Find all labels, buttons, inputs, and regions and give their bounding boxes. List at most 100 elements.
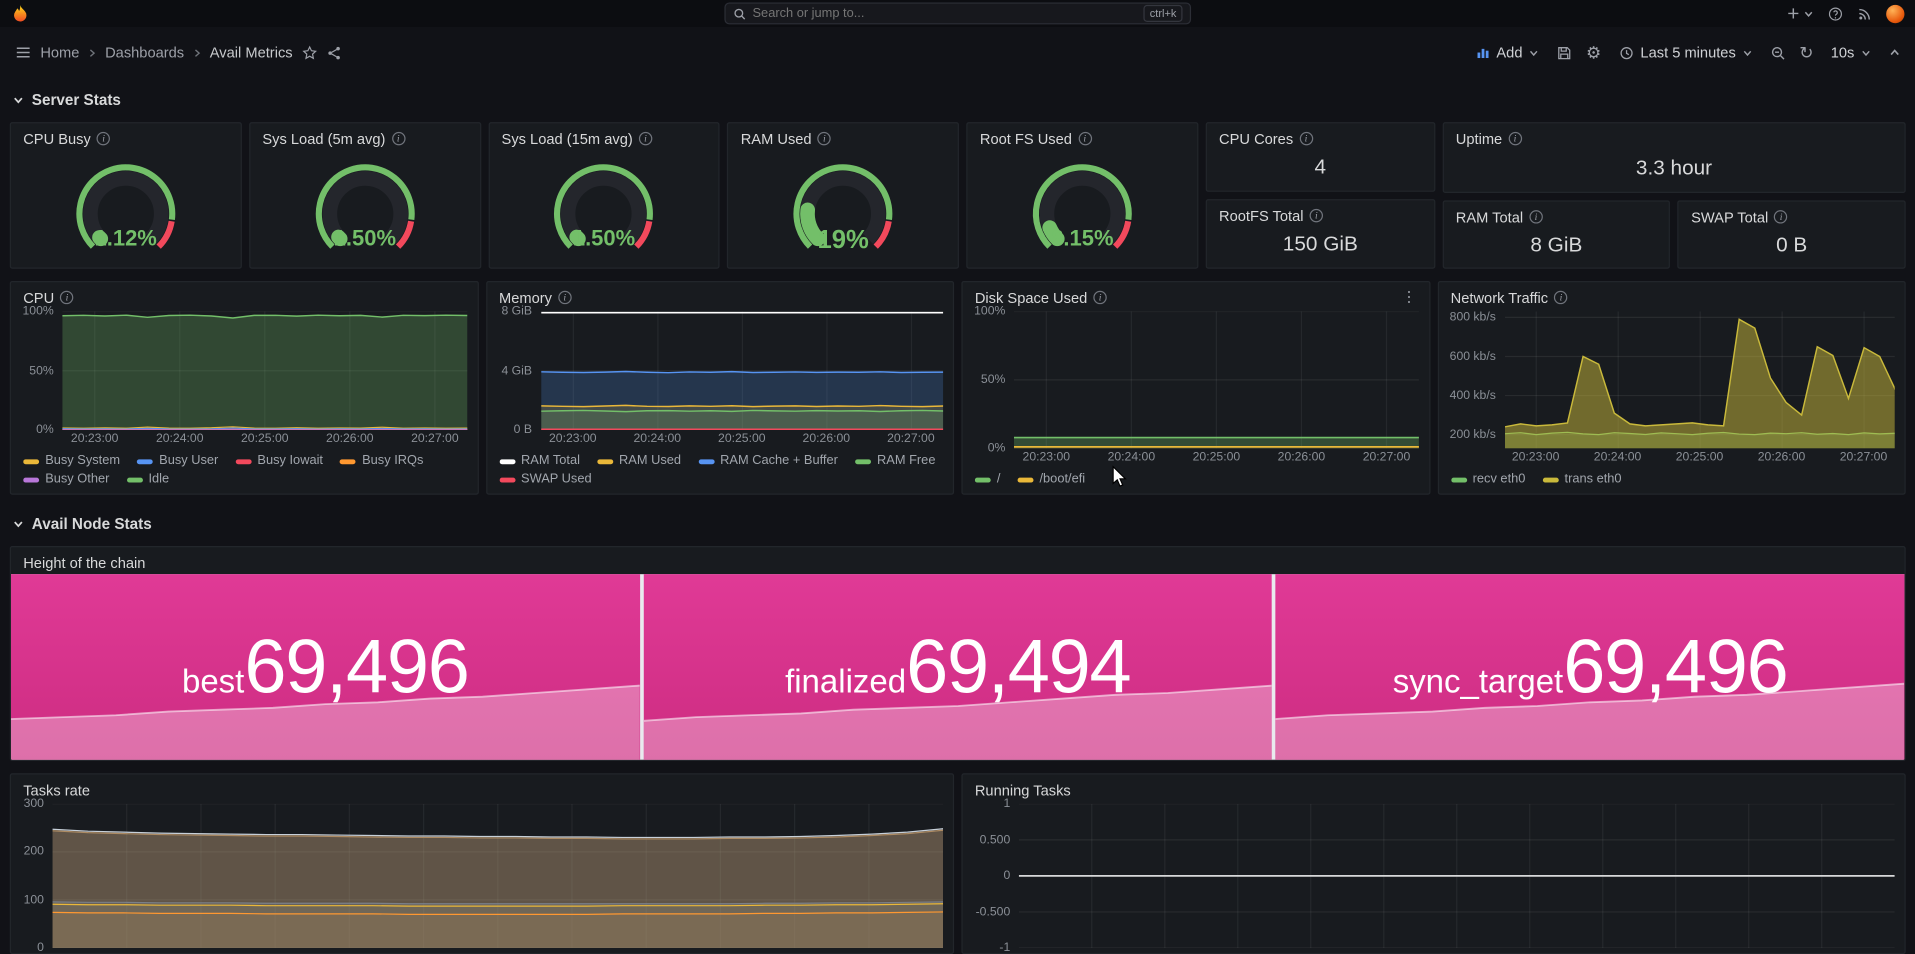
info-icon[interactable]: i	[639, 132, 652, 145]
time-range-picker[interactable]: Last 5 minutes	[1615, 44, 1757, 61]
chart-plot[interactable]	[62, 312, 467, 430]
panel-title[interactable]: RootFS Total	[1219, 207, 1303, 224]
navbar-actions	[1786, 4, 1904, 22]
info-icon[interactable]: i	[1529, 210, 1542, 223]
y-axis-label: 600 kb/s	[1450, 350, 1496, 363]
x-axis-label: 20:24:00	[633, 432, 681, 445]
chart-plot[interactable]	[1504, 312, 1894, 449]
panel-title[interactable]: Tasks rate	[23, 781, 90, 798]
new-menu-button[interactable]	[1786, 6, 1814, 21]
info-icon[interactable]: i	[1774, 210, 1787, 223]
panel-title[interactable]: CPU Cores	[1219, 130, 1293, 147]
panel-title[interactable]: Disk Space Used	[975, 289, 1087, 306]
panel-sys-load-15m: Sys Load (15m avg)i 1.50%	[488, 122, 720, 269]
section-avail-node-stats[interactable]: Avail Node Stats	[12, 507, 1905, 541]
info-icon[interactable]: i	[1310, 209, 1323, 222]
stat-value: 4	[1207, 150, 1434, 190]
legend-item[interactable]: RAM Total	[499, 452, 580, 470]
panel-title[interactable]: Height of the chain	[23, 554, 145, 571]
network-chart: 200 kb/s400 kb/s600 kb/s800 kb/s20:23:00…	[1438, 309, 1904, 493]
info-icon[interactable]: i	[60, 291, 73, 304]
info-icon[interactable]: i	[558, 291, 571, 304]
info-icon[interactable]: i	[1554, 291, 1567, 304]
add-panel-button[interactable]: Add	[1472, 44, 1543, 61]
breadcrumb-home[interactable]: Home	[40, 44, 79, 61]
section-server-stats[interactable]: Server Stats	[12, 83, 1905, 117]
legend-swatch	[340, 459, 356, 464]
info-icon[interactable]: i	[1093, 291, 1106, 304]
panel-title[interactable]: Network Traffic	[1451, 289, 1548, 306]
search-input[interactable]	[753, 6, 1138, 21]
legend-item[interactable]: Busy IRQs	[340, 452, 423, 470]
refresh-icon[interactable]: ↻	[1799, 45, 1813, 61]
info-icon[interactable]: i	[818, 132, 831, 145]
legend-item[interactable]: RAM Used	[597, 452, 681, 470]
info-icon[interactable]: i	[1299, 132, 1312, 145]
info-icon[interactable]: i	[1078, 132, 1091, 145]
news-rss-icon[interactable]	[1857, 5, 1873, 21]
legend-item[interactable]: /	[975, 470, 1001, 488]
panel-ram-used: RAM Usedi 19%	[727, 122, 959, 269]
zoom-out-icon[interactable]	[1770, 45, 1786, 61]
y-axis-label: 0%	[36, 423, 54, 436]
x-axis-label: 20:27:00	[887, 432, 935, 445]
info-icon[interactable]: i	[392, 132, 405, 145]
search-box[interactable]: ctrl+k	[724, 2, 1191, 24]
stat-value: 69,494	[906, 625, 1130, 709]
help-icon[interactable]	[1828, 5, 1844, 21]
panel-title[interactable]: Uptime	[1456, 130, 1502, 147]
breadcrumb-dashboards[interactable]: Dashboards	[105, 44, 184, 61]
panel-title[interactable]: CPU Busy	[23, 130, 91, 147]
chart-plot[interactable]	[541, 312, 944, 430]
info-icon[interactable]: i	[1508, 132, 1521, 145]
x-axis-label: 20:26:00	[1758, 451, 1806, 464]
x-axis-label: 20:26:00	[326, 432, 374, 445]
y-axis-label: 100%	[974, 305, 1005, 318]
chart-plot[interactable]	[1014, 312, 1419, 449]
y-axis-label: 50%	[981, 373, 1005, 386]
panel-title[interactable]: Sys Load (5m avg)	[262, 130, 385, 147]
panel-network-traffic: Network Traffic i 200 kb/s400 kb/s600 kb/…	[1437, 281, 1905, 495]
x-axis-label: 20:27:00	[1840, 451, 1888, 464]
menu-toggle-icon[interactable]	[15, 44, 32, 61]
legend-item[interactable]: Busy Iowait	[235, 452, 323, 470]
panel-title[interactable]: Memory	[499, 289, 552, 306]
stat-value: 69,496	[244, 625, 468, 709]
panel-title[interactable]: Running Tasks	[975, 781, 1071, 798]
legend-swatch	[499, 459, 515, 464]
legend-item[interactable]: Busy System	[23, 452, 120, 470]
panel-title[interactable]: Root FS Used	[980, 130, 1072, 147]
row-server-gauges: CPU Busyi 1.12% Sys Load (5m avg)i 1.50%…	[10, 122, 1906, 269]
legend-item[interactable]: trans eth0	[1543, 470, 1622, 488]
legend-item[interactable]: recv eth0	[1451, 470, 1526, 488]
panel-title[interactable]: SWAP Total	[1691, 208, 1768, 225]
collapse-chevron-up-icon[interactable]	[1889, 46, 1901, 58]
panel-title[interactable]: RAM Total	[1456, 208, 1523, 225]
panel-title[interactable]: Sys Load (15m avg)	[502, 130, 633, 147]
legend-item[interactable]: Idle	[126, 470, 169, 488]
legend-item[interactable]: SWAP Used	[499, 470, 592, 488]
favorite-star-icon[interactable]	[301, 45, 317, 61]
panel-title[interactable]: RAM Used	[741, 130, 812, 147]
panel-height-of-chain: Height of the chain best69,496 finalized…	[10, 546, 1906, 761]
share-icon[interactable]	[326, 45, 342, 61]
refresh-interval-picker[interactable]: 10s	[1827, 44, 1875, 61]
legend-item[interactable]: /boot/efi	[1017, 470, 1085, 488]
panel-menu-kebab-icon[interactable]: ⋮	[1402, 290, 1417, 306]
info-icon[interactable]: i	[97, 132, 110, 145]
panel-title[interactable]: CPU	[23, 289, 54, 306]
x-axis-label: 20:27:00	[1363, 451, 1411, 464]
legend-item[interactable]: Busy Other	[23, 470, 109, 488]
grafana-logo-icon[interactable]	[11, 4, 29, 24]
time-range-label: Last 5 minutes	[1640, 44, 1735, 61]
user-avatar[interactable]	[1886, 4, 1904, 22]
legend-item[interactable]: RAM Free	[855, 452, 935, 470]
legend-item[interactable]: RAM Cache + Buffer	[698, 452, 838, 470]
chart-plot[interactable]	[53, 804, 944, 948]
legend-item[interactable]: Busy User	[137, 452, 218, 470]
chart-plot[interactable]	[1019, 804, 1895, 948]
legend-swatch	[23, 459, 39, 464]
save-dashboard-icon[interactable]	[1557, 45, 1573, 61]
chart-legend: / /boot/efi	[972, 467, 1418, 489]
settings-gear-icon[interactable]: ⚙	[1586, 45, 1601, 61]
